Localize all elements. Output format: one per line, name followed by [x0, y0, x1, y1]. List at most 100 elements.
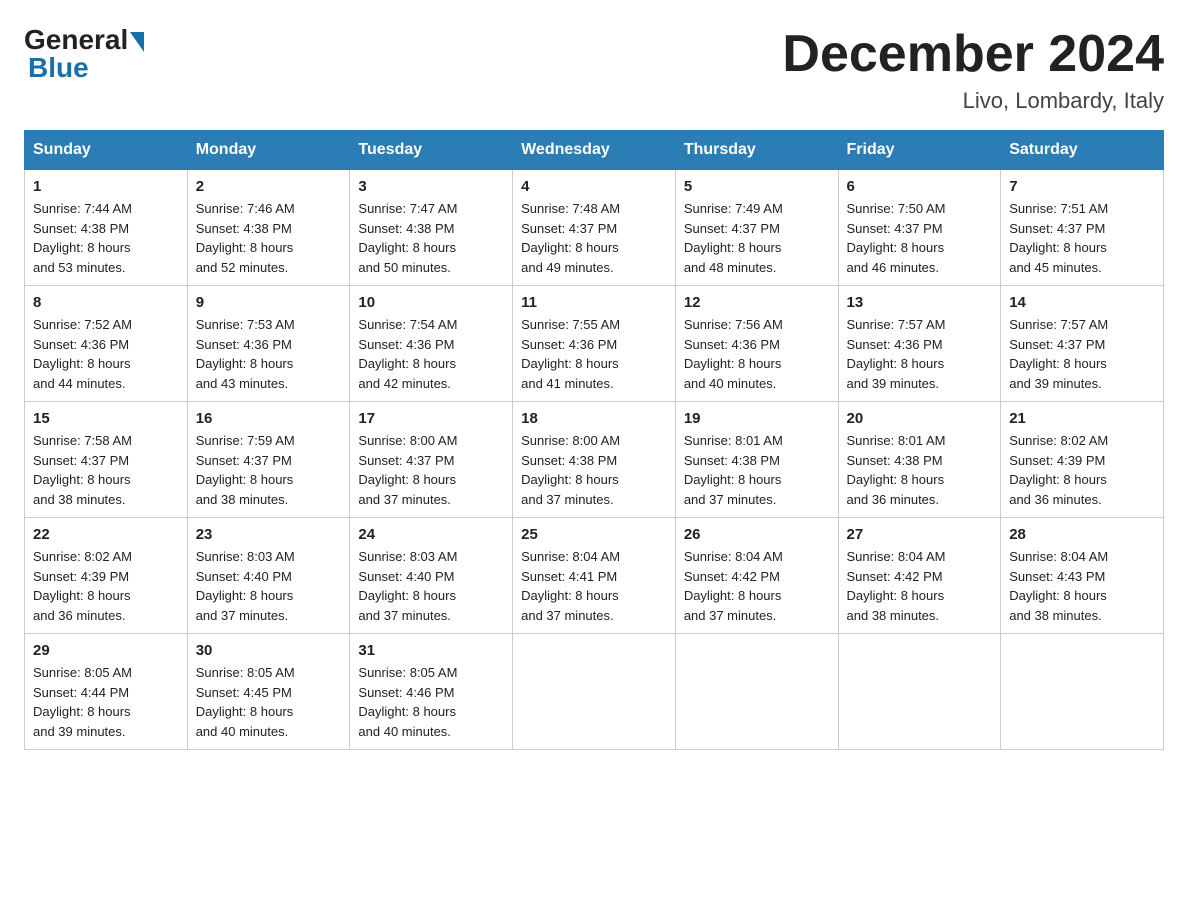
- day-info: Sunrise: 8:05 AMSunset: 4:45 PMDaylight:…: [196, 663, 342, 741]
- calendar-cell: 13 Sunrise: 7:57 AMSunset: 4:36 PMDayligh…: [838, 286, 1001, 402]
- calendar-week-row: 29 Sunrise: 8:05 AMSunset: 4:44 PMDayligh…: [25, 634, 1164, 750]
- weekday-header-saturday: Saturday: [1001, 131, 1164, 170]
- calendar-cell: 2Sunrise: 7:46 AMSunset: 4:38 PMDaylight…: [187, 170, 350, 286]
- day-info: Sunrise: 7:58 AMSunset: 4:37 PMDaylight:…: [33, 431, 179, 509]
- weekday-header-friday: Friday: [838, 131, 1001, 170]
- day-number: 30: [196, 642, 342, 659]
- day-number: 17: [358, 410, 504, 427]
- calendar-cell: [1001, 634, 1164, 750]
- day-number: 25: [521, 526, 667, 543]
- page-header: General Blue December 2024 Livo, Lombard…: [24, 24, 1164, 114]
- day-info: Sunrise: 7:48 AMSunset: 4:37 PMDaylight:…: [521, 199, 667, 277]
- day-info: Sunrise: 8:05 AMSunset: 4:44 PMDaylight:…: [33, 663, 179, 741]
- calendar-cell: 6 Sunrise: 7:50 AMSunset: 4:37 PMDaylight…: [838, 170, 1001, 286]
- calendar-cell: 12Sunrise: 7:56 AMSunset: 4:36 PMDayligh…: [675, 286, 838, 402]
- day-number: 11: [521, 294, 667, 311]
- day-number: 21: [1009, 410, 1155, 427]
- day-info: Sunrise: 8:02 AMSunset: 4:39 PMDaylight:…: [1009, 431, 1155, 509]
- calendar-cell: 25 Sunrise: 8:04 AMSunset: 4:41 PMDayligh…: [513, 518, 676, 634]
- calendar-cell: 31 Sunrise: 8:05 AMSunset: 4:46 PMDayligh…: [350, 634, 513, 750]
- day-info: Sunrise: 7:50 AMSunset: 4:37 PMDaylight:…: [847, 199, 993, 277]
- weekday-header-row: SundayMondayTuesdayWednesdayThursdayFrid…: [25, 131, 1164, 170]
- day-number: 14: [1009, 294, 1155, 311]
- day-info: Sunrise: 8:04 AMSunset: 4:41 PMDaylight:…: [521, 547, 667, 625]
- calendar-week-row: 8 Sunrise: 7:52 AMSunset: 4:36 PMDaylight…: [25, 286, 1164, 402]
- calendar-week-row: 1 Sunrise: 7:44 AMSunset: 4:38 PMDaylight…: [25, 170, 1164, 286]
- day-number: 9: [196, 294, 342, 311]
- day-number: 2: [196, 178, 342, 195]
- day-info: Sunrise: 8:00 AMSunset: 4:38 PMDaylight:…: [521, 431, 667, 509]
- day-info: Sunrise: 7:44 AMSunset: 4:38 PMDaylight:…: [33, 199, 179, 277]
- calendar-cell: [675, 634, 838, 750]
- logo-blue-text: Blue: [28, 52, 89, 84]
- day-info: Sunrise: 8:00 AMSunset: 4:37 PMDaylight:…: [358, 431, 504, 509]
- day-info: Sunrise: 8:04 AMSunset: 4:42 PMDaylight:…: [847, 547, 993, 625]
- day-info: Sunrise: 7:57 AMSunset: 4:36 PMDaylight:…: [847, 315, 993, 393]
- calendar-table: SundayMondayTuesdayWednesdayThursdayFrid…: [24, 130, 1164, 750]
- calendar-cell: 19 Sunrise: 8:01 AMSunset: 4:38 PMDayligh…: [675, 402, 838, 518]
- calendar-cell: 29 Sunrise: 8:05 AMSunset: 4:44 PMDayligh…: [25, 634, 188, 750]
- day-info: Sunrise: 7:53 AMSunset: 4:36 PMDaylight:…: [196, 315, 342, 393]
- calendar-cell: 23 Sunrise: 8:03 AMSunset: 4:40 PMDayligh…: [187, 518, 350, 634]
- calendar-cell: 4Sunrise: 7:48 AMSunset: 4:37 PMDaylight…: [513, 170, 676, 286]
- day-number: 28: [1009, 526, 1155, 543]
- calendar-cell: [513, 634, 676, 750]
- day-info: Sunrise: 7:55 AMSunset: 4:36 PMDaylight:…: [521, 315, 667, 393]
- day-info: Sunrise: 8:01 AMSunset: 4:38 PMDaylight:…: [847, 431, 993, 509]
- calendar-cell: 26Sunrise: 8:04 AMSunset: 4:42 PMDayligh…: [675, 518, 838, 634]
- calendar-cell: 8 Sunrise: 7:52 AMSunset: 4:36 PMDaylight…: [25, 286, 188, 402]
- calendar-cell: 22Sunrise: 8:02 AMSunset: 4:39 PMDayligh…: [25, 518, 188, 634]
- day-number: 8: [33, 294, 179, 311]
- day-number: 18: [521, 410, 667, 427]
- day-number: 29: [33, 642, 179, 659]
- logo-triangle-icon: [130, 32, 144, 52]
- day-number: 12: [684, 294, 830, 311]
- day-number: 23: [196, 526, 342, 543]
- day-info: Sunrise: 7:54 AMSunset: 4:36 PMDaylight:…: [358, 315, 504, 393]
- calendar-cell: 1 Sunrise: 7:44 AMSunset: 4:38 PMDaylight…: [25, 170, 188, 286]
- day-number: 27: [847, 526, 993, 543]
- day-number: 13: [847, 294, 993, 311]
- day-info: Sunrise: 8:05 AMSunset: 4:46 PMDaylight:…: [358, 663, 504, 741]
- calendar-cell: 11 Sunrise: 7:55 AMSunset: 4:36 PMDayligh…: [513, 286, 676, 402]
- calendar-cell: 3Sunrise: 7:47 AMSunset: 4:38 PMDaylight…: [350, 170, 513, 286]
- day-number: 19: [684, 410, 830, 427]
- day-number: 7: [1009, 178, 1155, 195]
- calendar-cell: 10 Sunrise: 7:54 AMSunset: 4:36 PMDayligh…: [350, 286, 513, 402]
- day-info: Sunrise: 7:47 AMSunset: 4:38 PMDaylight:…: [358, 199, 504, 277]
- calendar-cell: 7 Sunrise: 7:51 AMSunset: 4:37 PMDaylight…: [1001, 170, 1164, 286]
- calendar-cell: 27 Sunrise: 8:04 AMSunset: 4:42 PMDayligh…: [838, 518, 1001, 634]
- day-number: 10: [358, 294, 504, 311]
- calendar-cell: 21 Sunrise: 8:02 AMSunset: 4:39 PMDayligh…: [1001, 402, 1164, 518]
- title-block: December 2024 Livo, Lombardy, Italy: [782, 24, 1164, 114]
- day-info: Sunrise: 7:52 AMSunset: 4:36 PMDaylight:…: [33, 315, 179, 393]
- calendar-cell: 5Sunrise: 7:49 AMSunset: 4:37 PMDaylight…: [675, 170, 838, 286]
- day-info: Sunrise: 8:04 AMSunset: 4:43 PMDaylight:…: [1009, 547, 1155, 625]
- calendar-cell: 16Sunrise: 7:59 AMSunset: 4:37 PMDayligh…: [187, 402, 350, 518]
- weekday-header-monday: Monday: [187, 131, 350, 170]
- calendar-cell: 17 Sunrise: 8:00 AMSunset: 4:37 PMDayligh…: [350, 402, 513, 518]
- weekday-header-thursday: Thursday: [675, 131, 838, 170]
- day-number: 1: [33, 178, 179, 195]
- calendar-cell: 28 Sunrise: 8:04 AMSunset: 4:43 PMDayligh…: [1001, 518, 1164, 634]
- calendar-cell: 30 Sunrise: 8:05 AMSunset: 4:45 PMDayligh…: [187, 634, 350, 750]
- day-info: Sunrise: 8:02 AMSunset: 4:39 PMDaylight:…: [33, 547, 179, 625]
- day-info: Sunrise: 7:51 AMSunset: 4:37 PMDaylight:…: [1009, 199, 1155, 277]
- calendar-cell: [838, 634, 1001, 750]
- day-info: Sunrise: 7:59 AMSunset: 4:37 PMDaylight:…: [196, 431, 342, 509]
- day-number: 31: [358, 642, 504, 659]
- location-text: Livo, Lombardy, Italy: [782, 88, 1164, 114]
- weekday-header-wednesday: Wednesday: [513, 131, 676, 170]
- calendar-cell: 14 Sunrise: 7:57 AMSunset: 4:37 PMDayligh…: [1001, 286, 1164, 402]
- day-info: Sunrise: 8:01 AMSunset: 4:38 PMDaylight:…: [684, 431, 830, 509]
- day-info: Sunrise: 7:49 AMSunset: 4:37 PMDaylight:…: [684, 199, 830, 277]
- day-number: 24: [358, 526, 504, 543]
- month-title: December 2024: [782, 24, 1164, 84]
- day-info: Sunrise: 8:03 AMSunset: 4:40 PMDaylight:…: [196, 547, 342, 625]
- day-number: 6: [847, 178, 993, 195]
- day-info: Sunrise: 7:57 AMSunset: 4:37 PMDaylight:…: [1009, 315, 1155, 393]
- day-info: Sunrise: 8:04 AMSunset: 4:42 PMDaylight:…: [684, 547, 830, 625]
- calendar-cell: 15Sunrise: 7:58 AMSunset: 4:37 PMDayligh…: [25, 402, 188, 518]
- logo: General Blue: [24, 24, 144, 84]
- calendar-cell: 9 Sunrise: 7:53 AMSunset: 4:36 PMDaylight…: [187, 286, 350, 402]
